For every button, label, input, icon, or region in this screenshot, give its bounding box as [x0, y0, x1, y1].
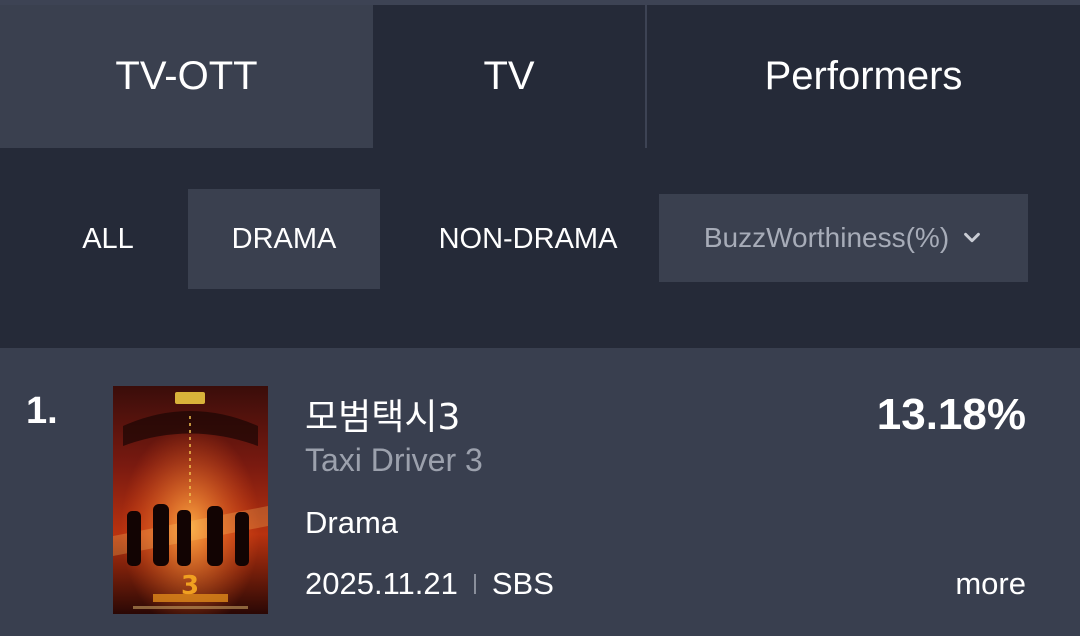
metric-select[interactable]: BuzzWorthiness(%): [659, 194, 1028, 282]
rank-number: 1.: [26, 390, 58, 432]
tab-tv[interactable]: TV: [373, 5, 647, 148]
network-label: SBS: [491, 566, 554, 601]
air-date: 2025.11.21: [305, 566, 458, 601]
chevron-down-icon: [964, 232, 981, 243]
title-korean[interactable]: 모범택시3: [305, 388, 460, 440]
meta-separator: [473, 574, 476, 594]
tab-performers[interactable]: Performers: [647, 5, 1080, 148]
category-tabs: TV-OTT TV Performers: [0, 0, 1080, 148]
ranking-list-item[interactable]: 1. 3 모범택시3 Taxi Driver 3 Drama 2025.11.2…: [0, 348, 1080, 636]
meta-info: 2025.11.21 SBS: [305, 566, 554, 602]
filter-drama[interactable]: DRAMA: [188, 189, 380, 289]
filter-all[interactable]: ALL: [62, 189, 154, 289]
filter-bar: ALL DRAMA NON-DRAMA BuzzWorthiness(%): [0, 148, 1080, 348]
metric-select-value: BuzzWorthiness(%): [703, 222, 950, 253]
more-link[interactable]: more: [955, 566, 1026, 602]
genre-label: Drama: [305, 505, 399, 540]
buzz-score: 13.18%: [876, 390, 1026, 439]
poster-image[interactable]: 3: [113, 386, 268, 614]
filter-non-drama[interactable]: NON-DRAMA: [410, 189, 646, 289]
title-english: Taxi Driver 3: [305, 442, 483, 478]
tab-tv-ott[interactable]: TV-OTT: [0, 5, 373, 148]
